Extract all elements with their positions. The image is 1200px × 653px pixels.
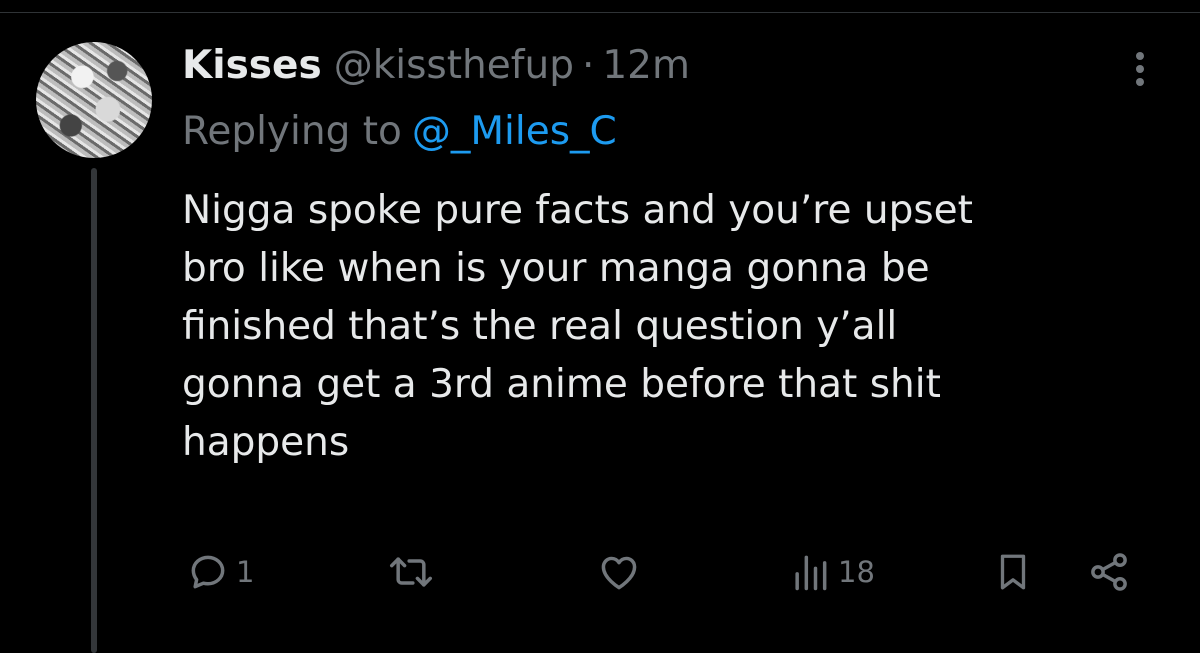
- bookmark-icon: [1000, 554, 1026, 590]
- retweet-button[interactable]: [386, 540, 436, 604]
- tweet-text-line: Nigga spoke pure facts and you’re upset: [182, 188, 973, 233]
- tweet-text-line: bro like when is your manga gonna be: [182, 246, 930, 291]
- views-count: 18: [838, 555, 875, 589]
- tweet-text-line: finished that’s the real question y’all: [182, 304, 898, 349]
- action-bar: 1 18: [0, 540, 1200, 604]
- reply-icon: [191, 555, 225, 589]
- reply-count: 1: [236, 555, 255, 589]
- reply-target-link[interactable]: @_Miles_C: [412, 109, 617, 154]
- replying-to: Replying to @_Miles_C: [182, 104, 617, 160]
- top-divider: [0, 12, 1200, 13]
- bookmark-button[interactable]: [992, 540, 1034, 604]
- share-button[interactable]: [1086, 540, 1132, 604]
- separator-dot: ·: [581, 43, 595, 88]
- views-icon: [795, 555, 827, 591]
- share-icon: [1091, 553, 1127, 591]
- tweet-text-line: happens: [182, 420, 350, 465]
- author-handle[interactable]: @kissthefup: [334, 38, 574, 94]
- author-name[interactable]: Kisses: [182, 38, 322, 94]
- views-button[interactable]: 18: [788, 540, 875, 604]
- more-dot: [1136, 52, 1144, 60]
- more-dot: [1136, 78, 1144, 86]
- like-icon: [601, 556, 637, 590]
- tweet-header: Kisses @kissthefup · 12m: [182, 38, 690, 94]
- tweet-text: Nigga spoke pure facts and you’re upset …: [182, 182, 1172, 472]
- retweet-icon: [390, 557, 432, 587]
- like-button[interactable]: [596, 540, 642, 604]
- tweet-text-line: gonna get a 3rd anime before that shit: [182, 362, 941, 407]
- more-dot: [1136, 65, 1144, 73]
- reply-button[interactable]: 1: [186, 540, 254, 604]
- avatar[interactable]: [36, 42, 152, 158]
- timestamp[interactable]: 12m: [602, 38, 690, 94]
- more-icon[interactable]: [1122, 46, 1158, 92]
- replying-to-label: Replying to: [182, 109, 402, 154]
